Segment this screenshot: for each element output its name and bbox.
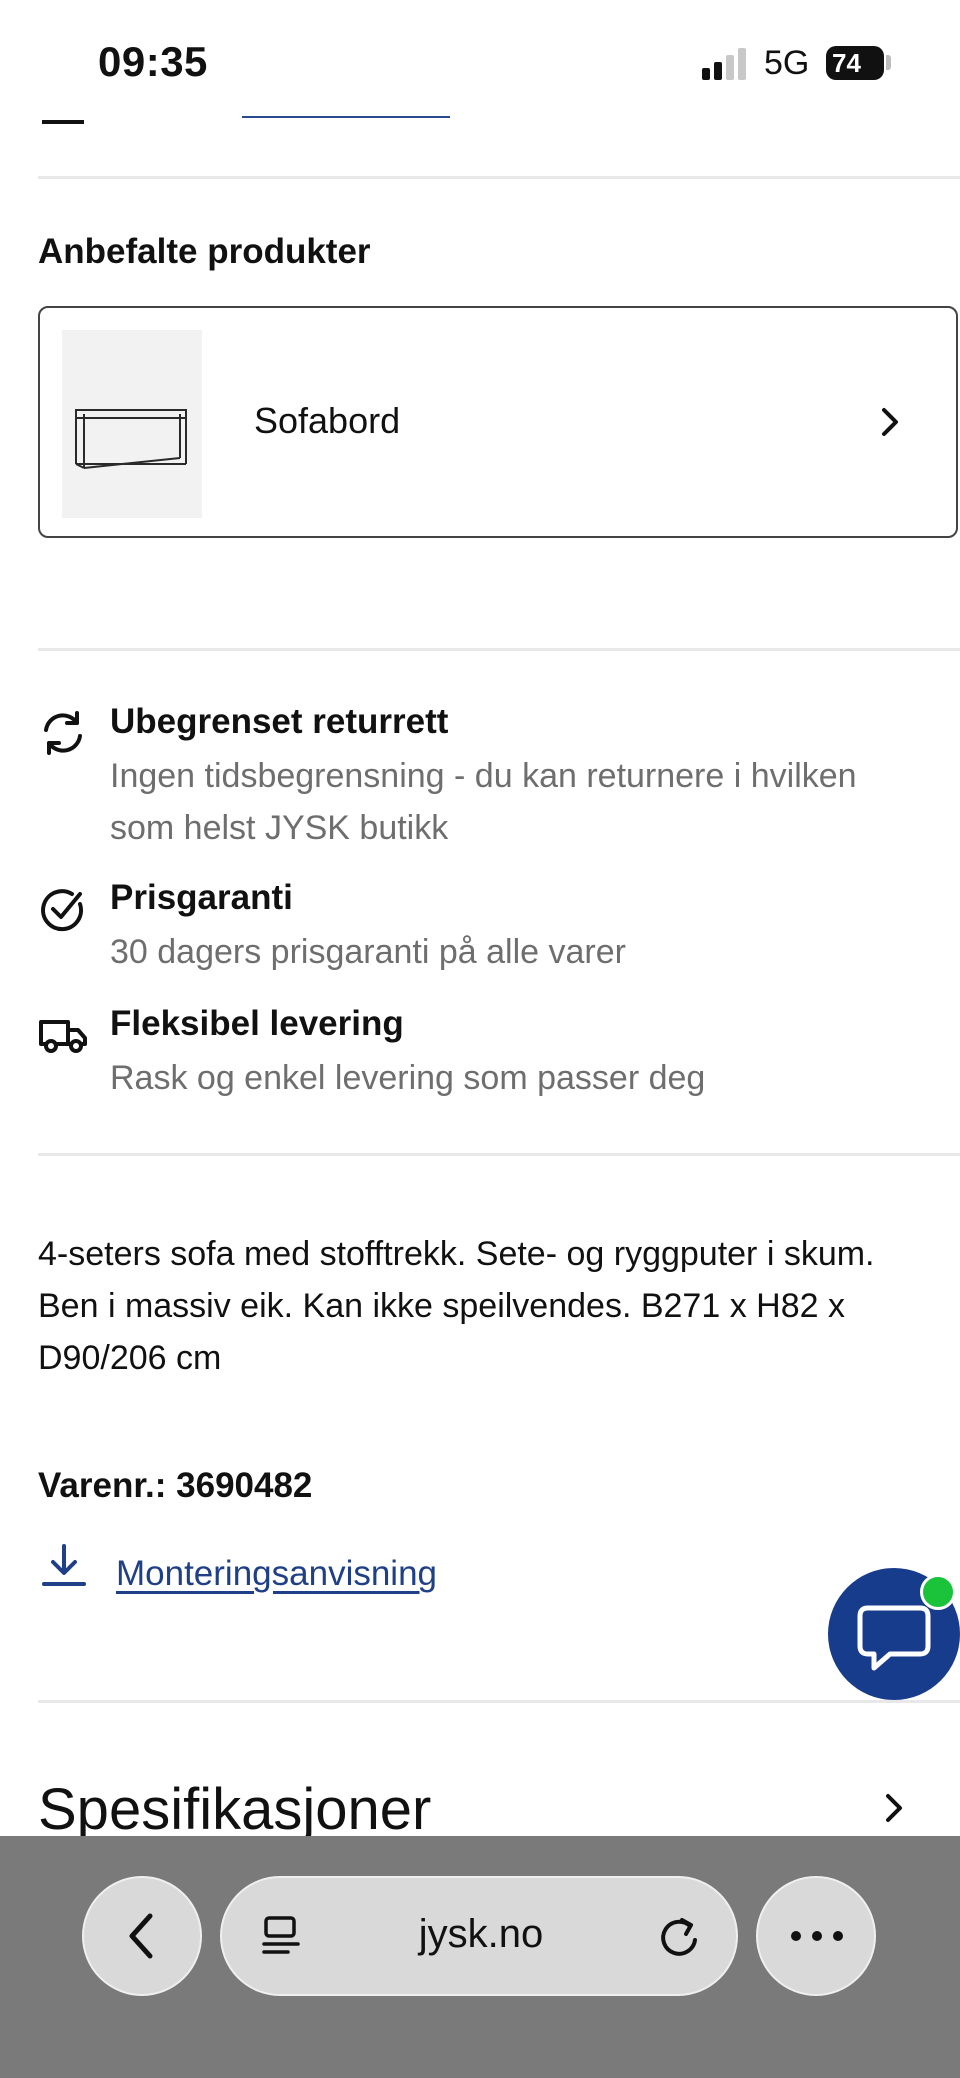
cut-off-link-underline [242, 116, 450, 118]
divider [38, 1153, 960, 1156]
recommended-product-card[interactable]: Sofabord [38, 306, 958, 538]
product-description: 4-seters sofa med stofftrekk. Sete- og r… [38, 1235, 875, 1377]
item-number: Varenr.: 3690482 [38, 1466, 312, 1506]
benefit-price-guarantee: Prisgaranti 30 dagers prisgaranti på all… [38, 878, 938, 978]
divider [38, 176, 960, 179]
battery-indicator: 74 [826, 46, 884, 80]
chevron-right-icon[interactable] [880, 1790, 908, 1826]
benefit-description: Ingen tidsbegrensning - du kan returnere… [110, 757, 857, 847]
benefit-title: Fleksibel levering [110, 1004, 404, 1043]
back-button[interactable] [82, 1876, 202, 1996]
specifications-heading[interactable]: Spesifikasjoner [38, 1776, 431, 1843]
benefit-description: 30 dagers prisgaranti på alle varer [110, 933, 626, 971]
divider [38, 648, 960, 651]
chevron-left-icon [129, 1913, 153, 1959]
benefit-title: Prisgaranti [110, 878, 293, 917]
cut-off-icon [42, 112, 84, 124]
refresh-icon [44, 711, 82, 755]
delivery-truck-icon [39, 1020, 87, 1053]
product-name: Sofabord [254, 400, 401, 441]
battery-cap-icon [886, 55, 891, 70]
benefit-title: Ubegrenset returrett [110, 702, 449, 741]
divider [38, 1700, 960, 1703]
browser-toolbar: jysk.no [0, 1836, 960, 2078]
benefit-delivery: Fleksibel levering Rask og enkel leverin… [38, 1004, 938, 1104]
benefit-description: Rask og enkel levering som passer deg [110, 1059, 706, 1097]
network-type: 5G [764, 44, 810, 82]
address-bar[interactable]: jysk.no [220, 1876, 738, 1996]
chevron-right-icon [882, 408, 898, 436]
benefit-returns: Ubegrenset returrett Ingen tidsbegrensni… [38, 702, 938, 852]
recommended-products-title: Anbefalte produkter [38, 232, 371, 271]
coffee-table-image [75, 409, 187, 469]
product-page: 09:35 5G 74 Anbefalte produkter Sofabord… [0, 0, 960, 2078]
download-icon[interactable] [40, 1542, 88, 1590]
online-status-indicator [920, 1574, 956, 1610]
item-number-label: Varenr.: [38, 1466, 177, 1505]
more-dots-icon [791, 1931, 843, 1941]
status-time: 09:35 [98, 38, 208, 85]
reload-icon[interactable] [656, 1912, 702, 1960]
product-thumbnail [62, 330, 202, 518]
signal-strength-icon [702, 48, 748, 80]
assembly-instructions-link[interactable]: Monteringsanvisning [116, 1554, 437, 1594]
check-circle-icon [41, 889, 84, 932]
status-bar: 09:35 5G 74 [0, 0, 960, 110]
more-options-button[interactable] [756, 1876, 876, 1996]
item-number-value: 3690482 [176, 1466, 313, 1505]
